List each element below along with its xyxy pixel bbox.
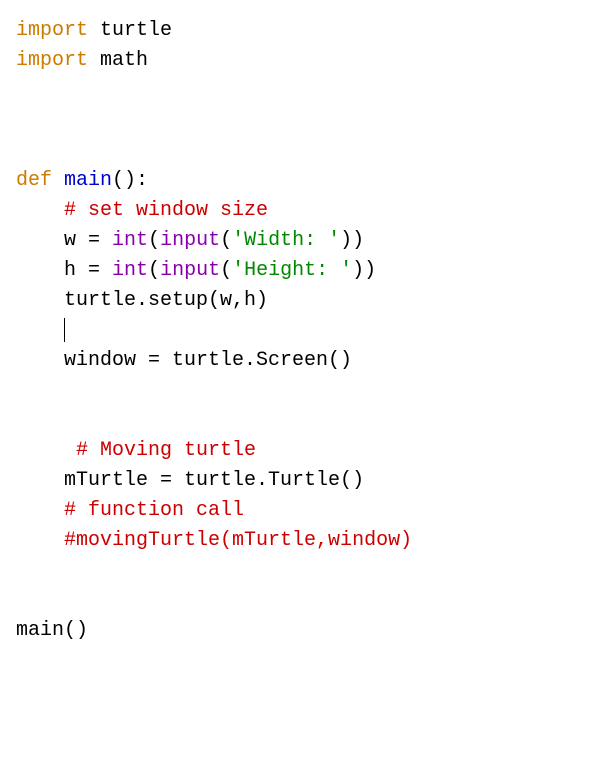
module-name: math <box>88 49 148 72</box>
string-literal: 'Width: ' <box>232 229 340 252</box>
keyword-import: import <box>16 19 88 42</box>
module-name: turtle <box>88 19 172 42</box>
paren: ( <box>148 259 160 282</box>
paren: ( <box>148 229 160 252</box>
paren: ( <box>220 259 232 282</box>
function-name: main <box>64 169 112 192</box>
code-text: window = turtle.Screen() <box>64 349 352 372</box>
paren: )) <box>352 259 376 282</box>
string-literal: 'Height: ' <box>232 259 352 282</box>
builtin-int: int <box>112 259 148 282</box>
comment: # function call <box>64 499 244 522</box>
builtin-input: input <box>160 259 220 282</box>
code-block: import turtle import math def main(): # … <box>16 16 586 646</box>
comment: #movingTurtle(mTurtle,window) <box>64 529 412 552</box>
code-text: h = <box>64 259 112 282</box>
code-text: mTurtle = turtle.Turtle() <box>64 469 364 492</box>
paren: ( <box>220 229 232 252</box>
paren-colon: (): <box>112 169 148 192</box>
comment: # Moving turtle <box>76 439 256 462</box>
code-text: main() <box>16 619 88 642</box>
keyword-import: import <box>16 49 88 72</box>
builtin-int: int <box>112 229 148 252</box>
keyword-def: def <box>16 169 52 192</box>
text-cursor <box>64 318 65 342</box>
paren: )) <box>340 229 364 252</box>
comment: # set window size <box>64 199 268 222</box>
code-text: turtle.setup(w,h) <box>64 289 268 312</box>
builtin-input: input <box>160 229 220 252</box>
code-text: w = <box>64 229 112 252</box>
